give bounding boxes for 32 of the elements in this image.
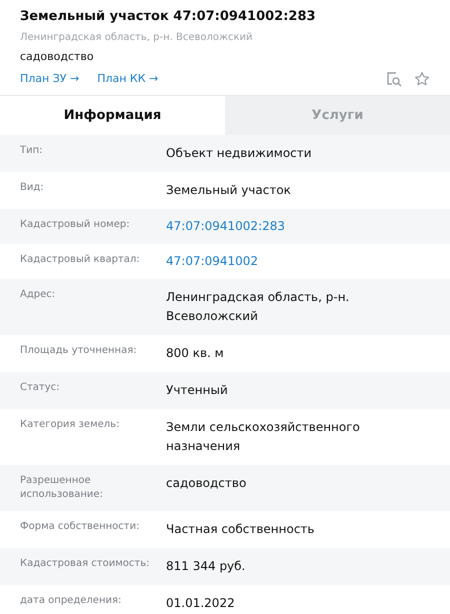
tab[interactable]: Услуги	[225, 96, 450, 135]
field-label: Статус:	[20, 381, 61, 395]
field-value: Объект недвижимости	[166, 145, 313, 162]
field-label: дата определения:	[20, 594, 122, 608]
field-value: 01.01.2022	[166, 595, 236, 612]
usage-text: садоводство	[20, 49, 95, 65]
field-link[interactable]: 47:07:0941002:283	[166, 218, 286, 235]
field-value: Ленинградская область, р-н. Всеволожский	[166, 289, 350, 325]
field-label: Вид:	[20, 181, 45, 195]
field-value: Земельный участок	[166, 182, 292, 199]
field-value: Частная собственность	[166, 521, 316, 538]
field-label: Разрешенное использование:	[20, 474, 104, 502]
search-icon[interactable]	[386, 71, 402, 87]
plan-link[interactable]: План КК →	[97, 71, 158, 87]
plan-link[interactable]: План ЗУ →	[20, 71, 80, 87]
field-link[interactable]: 47:07:0941002	[166, 253, 258, 270]
field-label: Форма собственности:	[20, 520, 140, 534]
field-value: 800 кв. м	[166, 345, 225, 362]
field-label: Площадь уточненная:	[20, 344, 138, 358]
field-label: Кадастровый номер:	[20, 218, 131, 232]
field-label: Кадастровая стоимость:	[20, 557, 150, 571]
field-label: Категория земель:	[20, 418, 120, 432]
field-value: 811 344 руб.	[166, 558, 246, 575]
field-value: Учтенный	[166, 382, 229, 399]
address-text: Ленинградская область, р-н. Всеволожский	[20, 31, 254, 45]
field-value: садоводство	[166, 475, 248, 492]
field-label: Тип:	[20, 144, 44, 158]
field-label: Адрес:	[20, 288, 56, 302]
field-label: Кадастровый квартал:	[20, 253, 141, 267]
star-icon[interactable]	[414, 71, 430, 87]
page-title: Земельный участок 47:07:0941002:283	[20, 8, 317, 26]
field-value: Земли сельскохозяйственного назначения	[166, 419, 361, 455]
